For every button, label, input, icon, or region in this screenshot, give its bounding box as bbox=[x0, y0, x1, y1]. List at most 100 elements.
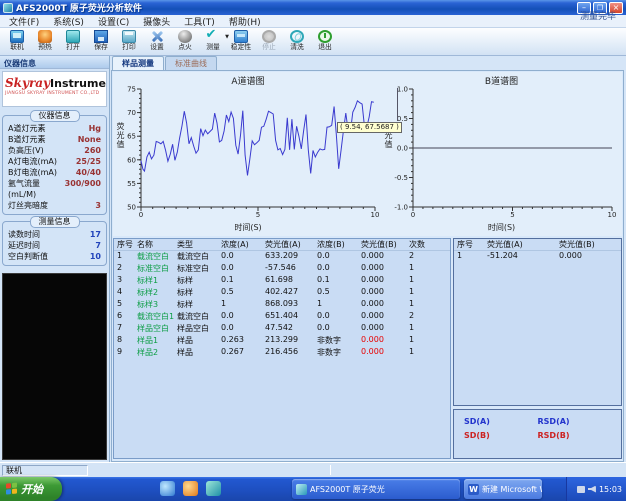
toolbar-button-measure[interactable]: 测量 ▼ bbox=[199, 30, 226, 52]
sd-rsd-panel: SD(A)RSD(A)SD(B)RSD(B) bbox=[453, 409, 622, 459]
tab-1[interactable]: 标准曲线 bbox=[165, 56, 217, 70]
menu-item[interactable]: 系统(S) bbox=[46, 15, 91, 28]
stat-label: RSD(B) bbox=[538, 431, 612, 445]
table-cell: 0.000 bbox=[358, 251, 406, 263]
menu-item[interactable]: 帮助(H) bbox=[222, 15, 268, 28]
menu-item[interactable]: 设置(C) bbox=[91, 15, 136, 28]
table-row[interactable]: 9样品2样品0.267216.456非数字0.0001 bbox=[114, 347, 450, 359]
info-row: A道灯元素Hg bbox=[5, 123, 104, 134]
stat-label: SD(A) bbox=[464, 417, 538, 431]
table-cell: 0.1 bbox=[314, 275, 358, 287]
svg-text:0.0: 0.0 bbox=[397, 145, 408, 153]
toolbar-button-save[interactable]: 保存 bbox=[87, 30, 114, 52]
table-cell: 2 bbox=[114, 263, 134, 275]
table-cell: 47.542 bbox=[262, 323, 314, 335]
measure-status-text: 测量完毕 bbox=[580, 9, 616, 22]
table-cell: 216.456 bbox=[262, 347, 314, 359]
quick-launch-icon[interactable] bbox=[206, 481, 221, 496]
chart-plot: -1.0-0.50.00.51.00510 bbox=[383, 85, 620, 219]
table-cell: 标样 bbox=[174, 275, 218, 287]
column-header: 荧光值(A) bbox=[262, 239, 314, 250]
table-cell: 1 bbox=[406, 299, 442, 311]
table-cell: -51.204 bbox=[484, 251, 556, 263]
table-cell: 6 bbox=[114, 311, 134, 323]
column-header: 浓度(B) bbox=[314, 239, 358, 250]
toolbar-button-settings[interactable]: 设置 bbox=[143, 30, 170, 52]
stat-label: RSD(A) bbox=[538, 417, 612, 431]
toolbar-button-preheat[interactable]: 预热 bbox=[31, 30, 58, 52]
brand-logo: SkyrayInstrument JIANGSU SKYRAY INSTRUME… bbox=[2, 71, 107, 107]
toolbar-button-stability[interactable]: 稳定性 bbox=[227, 30, 254, 52]
table-cell: 1 bbox=[406, 323, 442, 335]
table-row[interactable]: 4标样2标样0.5402.4270.50.0001 bbox=[114, 287, 450, 299]
table-cell: 0.000 bbox=[358, 287, 406, 299]
table-cell: 633.209 bbox=[262, 251, 314, 263]
quick-launch-icon[interactable] bbox=[160, 481, 175, 496]
table-cell: 0.000 bbox=[358, 347, 406, 359]
column-header: 荧光值(B) bbox=[358, 239, 406, 250]
data-point-tooltip: ( 9.54, 67.5687 ) bbox=[337, 122, 402, 133]
info-row: B灯电流(mA)40/40 bbox=[5, 167, 104, 178]
sample-measure-panel: A道谱图 荧光值 5055606570750510 时间(S) B道谱图 荧光值… bbox=[111, 70, 624, 462]
table-row[interactable]: 8样品1样品0.263213.299非数字0.0001 bbox=[114, 335, 450, 347]
taskbar: 开始 AFS2000T 原子荧光W新建 Microsoft W... 15:03 bbox=[0, 477, 626, 501]
toolbar-button-open[interactable]: 打开 bbox=[59, 30, 86, 52]
table-row[interactable]: 1-51.2040.000 bbox=[454, 251, 621, 263]
menu-item[interactable]: 文件(F) bbox=[2, 15, 46, 28]
channel-a-chart: A道谱图 荧光值 5055606570750510 时间(S) bbox=[115, 74, 381, 234]
table-cell: 0.000 bbox=[358, 299, 406, 311]
right-panel: 序号荧光值(A)荧光值(B) 1-51.2040.000 SD(A)RSD(A)… bbox=[453, 238, 622, 459]
status-divider bbox=[330, 465, 331, 475]
tools-icon bbox=[150, 30, 164, 43]
toolbar-button-connect[interactable]: 联机 bbox=[3, 30, 30, 52]
table-cell: 0.000 bbox=[358, 263, 406, 275]
toolbar-button-exit[interactable]: 退出 bbox=[311, 30, 338, 52]
power-exit-icon bbox=[318, 30, 332, 43]
info-row: 氩气流量(mL/M)300/900 bbox=[5, 178, 104, 200]
table-row[interactable]: 6载流空白1载流空白0.0651.4040.00.0002 bbox=[114, 311, 450, 323]
table-cell: 载流空白 bbox=[174, 311, 218, 323]
table-cell: 0.0 bbox=[218, 323, 262, 335]
column-header: 次数 bbox=[406, 239, 442, 250]
clean-swirl-icon bbox=[290, 30, 304, 43]
brand-name-red: Skyray bbox=[5, 76, 50, 90]
table-header-row: 序号荧光值(A)荧光值(B) bbox=[454, 239, 621, 251]
taskbar-button[interactable]: W新建 Microsoft W... bbox=[464, 479, 542, 499]
table-cell: 标样1 bbox=[134, 275, 174, 287]
table-cell: 1 bbox=[406, 347, 442, 359]
table-row[interactable]: 1载流空白载流空白0.0633.2090.00.0002 bbox=[114, 251, 450, 263]
toolbar-button-clean[interactable]: 清洗 bbox=[283, 30, 310, 52]
table-cell: 标样2 bbox=[134, 287, 174, 299]
table-header-row: 序号名称类型浓度(A)荧光值(A)浓度(B)荧光值(B)次数 bbox=[114, 239, 450, 251]
table-cell: 样品2 bbox=[134, 347, 174, 359]
tray-icon[interactable] bbox=[577, 486, 585, 493]
menu-item[interactable]: 工具(T) bbox=[177, 15, 222, 28]
sample-results-table: 序号名称类型浓度(A)荧光值(A)浓度(B)荧光值(B)次数 1载流空白载流空白… bbox=[113, 238, 451, 459]
table-cell: 0.000 bbox=[358, 311, 406, 323]
taskbar-button[interactable]: AFS2000T 原子荧光 bbox=[292, 479, 460, 499]
table-row[interactable]: 3标样1标样0.161.6980.10.0001 bbox=[114, 275, 450, 287]
table-cell: 1 bbox=[406, 287, 442, 299]
table-row[interactable]: 2标准空白标准空白0.0-57.5460.00.0001 bbox=[114, 263, 450, 275]
start-button[interactable]: 开始 bbox=[0, 477, 62, 501]
floppy-save-icon bbox=[94, 30, 108, 43]
table-cell: 样品空白 bbox=[174, 323, 218, 335]
tab-0[interactable]: 样品测量 bbox=[112, 56, 164, 70]
quick-launch-icon[interactable] bbox=[183, 481, 198, 496]
toolbar-button-print[interactable]: 打印 bbox=[115, 30, 142, 52]
toolbar-button-ignite[interactable]: 点火 bbox=[171, 30, 198, 52]
table-cell: 0.0 bbox=[314, 323, 358, 335]
table-cell: 0.263 bbox=[218, 335, 262, 347]
table-cell: 4 bbox=[114, 287, 134, 299]
info-row: 灯丝亮暗度3 bbox=[5, 200, 104, 211]
volume-icon[interactable] bbox=[588, 486, 596, 493]
system-tray: 15:03 bbox=[566, 477, 626, 501]
table-cell: 0.0 bbox=[314, 311, 358, 323]
column-header: 浓度(A) bbox=[218, 239, 262, 250]
info-row: 负高压(V)260 bbox=[5, 145, 104, 156]
table-row[interactable]: 5标样3标样1868.09310.0001 bbox=[114, 299, 450, 311]
menu-item[interactable]: 摄像头 bbox=[136, 15, 177, 28]
table-cell: 载流空白 bbox=[174, 251, 218, 263]
table-row[interactable]: 7样品空白样品空白0.047.5420.00.0001 bbox=[114, 323, 450, 335]
application-window: AFS2000T 原子荧光分析软件 文件(F)系统(S)设置(C)摄像头工具(T… bbox=[0, 0, 626, 501]
